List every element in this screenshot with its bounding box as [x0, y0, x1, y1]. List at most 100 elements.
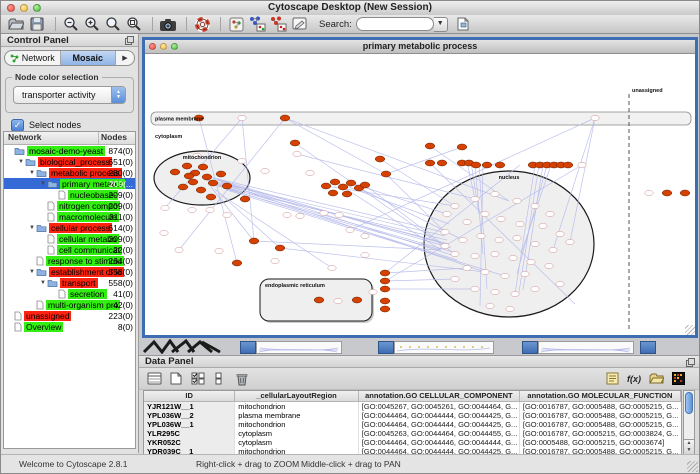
attribute-table-icon[interactable]	[145, 370, 163, 387]
graph-node-unselected[interactable]	[556, 231, 564, 236]
table-cell[interactable]: YPL036W__2	[144, 411, 235, 420]
table-cell[interactable]: [GO:0045263, GO:0044464, GO:0044455, G..…	[359, 429, 520, 438]
tree-row[interactable]: unassigned223(0)	[4, 310, 135, 321]
minimized-window-titlebar[interactable]	[378, 341, 394, 354]
graph-node-unselected[interactable]	[206, 207, 214, 212]
graph-node-unselected[interactable]	[215, 248, 223, 253]
graph-node-unselected[interactable]	[501, 273, 509, 278]
table-cell[interactable]: YPL036W__1	[144, 420, 235, 429]
graph-node-unselected[interactable]	[491, 289, 499, 294]
graph-node-selected[interactable]	[182, 163, 192, 169]
graph-node-selected[interactable]	[240, 196, 250, 202]
tree-row-label[interactable]: transport	[60, 278, 98, 288]
scrollbar-arrows[interactable]: ▲▼	[684, 439, 694, 454]
window-resize-grip[interactable]	[685, 325, 695, 335]
graph-node-unselected[interactable]	[463, 265, 471, 270]
tree-row[interactable]: nitrogen compo209(0)	[4, 200, 135, 211]
graph-node-selected[interactable]	[280, 115, 290, 121]
graph-node-selected[interactable]	[330, 179, 340, 185]
new-attribute-icon[interactable]	[167, 370, 185, 387]
tree-row-label[interactable]: unassigned	[24, 311, 71, 321]
table-cell[interactable]: [GO:0044464, GO:0044446, GO:0044444, G..…	[359, 438, 520, 447]
graph-node-selected[interactable]	[206, 194, 216, 200]
graph-node-unselected[interactable]	[477, 233, 485, 238]
formula-icon[interactable]: f(x)	[625, 370, 643, 387]
zoom-selected-icon[interactable]	[125, 16, 143, 33]
graph-node-unselected[interactable]	[549, 247, 557, 252]
graph-node-unselected[interactable]	[238, 115, 246, 120]
table-row[interactable]: YPL036W__1mitochondrion[GO:0044464, GO:0…	[144, 420, 681, 429]
graph-node-selected[interactable]	[662, 190, 672, 196]
table-cell[interactable]: [GO:0016787, GO:0005488, GO:0005215, G..…	[520, 402, 681, 411]
help-ring-icon[interactable]	[193, 16, 211, 33]
graph-node-unselected[interactable]	[471, 286, 479, 291]
tree-row[interactable]: cellular metabo209(0)	[4, 233, 135, 244]
color-attribute-dropdown[interactable]: transporter activity ▲▼	[13, 86, 126, 104]
graph-node-selected[interactable]	[380, 270, 390, 276]
graph-node-selected[interactable]	[249, 238, 259, 244]
table-column-header[interactable]: ID	[144, 391, 235, 401]
float-panel-icon[interactable]	[125, 36, 134, 48]
table-cell[interactable]: mitochondrion	[235, 420, 359, 429]
graph-node-selected[interactable]	[314, 297, 324, 303]
tree-row[interactable]: cell communicat22(0)	[4, 244, 135, 255]
tab-overflow-arrow[interactable]: ▶	[116, 51, 134, 65]
unselect-attributes-icon[interactable]	[211, 370, 229, 387]
disclosure-triangle-icon[interactable]: ▼	[28, 225, 36, 231]
graph-node-unselected[interactable]	[160, 230, 168, 235]
save-icon[interactable]	[28, 16, 46, 33]
graph-node-selected[interactable]	[495, 162, 505, 168]
minimized-window-thumbnail[interactable]	[394, 341, 494, 354]
graph-node-selected[interactable]	[178, 184, 188, 190]
view-settings-icon[interactable]	[227, 16, 245, 33]
graph-node-unselected[interactable]	[506, 306, 514, 311]
graph-node-unselected[interactable]	[335, 212, 343, 217]
tree-row-label[interactable]: secretion	[68, 289, 107, 299]
graph-node-unselected[interactable]	[481, 211, 489, 216]
graph-node-unselected[interactable]	[261, 168, 269, 173]
graph-node-unselected[interactable]	[539, 223, 547, 228]
tree-row[interactable]: ▼metabolic process280(0)	[4, 167, 135, 178]
region-plasma-membrane[interactable]	[151, 112, 691, 125]
graph-node-unselected[interactable]	[545, 263, 553, 268]
graph-node-unselected[interactable]	[471, 196, 479, 201]
graph-node-selected[interactable]	[457, 144, 467, 150]
table-row[interactable]: YJR121W__1mitochondrion[GO:0045267, GO:0…	[144, 402, 681, 411]
graph-node-unselected[interactable]	[188, 207, 196, 212]
table-cell[interactable]: [GO:0045267, GO:0045261, GO:0044464, G..…	[359, 402, 520, 411]
disclosure-triangle-icon[interactable]: ▼	[39, 181, 47, 187]
graph-node-selected[interactable]	[381, 171, 391, 177]
graph-node-unselected[interactable]	[513, 235, 521, 240]
graph-node-unselected[interactable]	[531, 286, 539, 291]
graph-node-unselected[interactable]	[328, 265, 336, 270]
tree-row[interactable]: ▼biological_process651(0)	[4, 156, 135, 167]
graph-node-unselected[interactable]	[497, 216, 505, 221]
graph-node-selected[interactable]	[198, 164, 208, 170]
table-scrollbar[interactable]: ▲▼	[683, 390, 695, 455]
graph-node-selected[interactable]	[352, 297, 362, 303]
tab-network[interactable]: Network	[5, 51, 61, 65]
graph-node-unselected[interactable]	[306, 170, 314, 175]
graph-node-unselected[interactable]	[463, 219, 471, 224]
tree-row[interactable]: secretion41(0)	[4, 288, 135, 299]
table-row[interactable]: YLR295Ccytoplasm[GO:0045263, GO:0044464,…	[144, 429, 681, 438]
network-window-titlebar[interactable]: primary metabolic process	[145, 40, 695, 54]
graph-node-selected[interactable]	[482, 162, 492, 168]
graph-node-selected[interactable]	[380, 306, 390, 312]
graph-node-selected[interactable]	[184, 173, 194, 179]
tree-row[interactable]: ▼transport558(0)	[4, 277, 135, 288]
graph-node-unselected[interactable]	[223, 212, 231, 217]
table-cell[interactable]: YLR295C	[144, 429, 235, 438]
graph-node-unselected[interactable]	[175, 247, 183, 252]
tree-row[interactable]: nucleobase-209(0)	[4, 189, 135, 200]
graph-node-selected[interactable]	[216, 171, 226, 177]
graph-node-unselected[interactable]	[516, 221, 524, 226]
table-cell[interactable]: [GO:0016787, GO:0005488, GO:0005215, G..…	[520, 411, 681, 420]
table-cell[interactable]: plasma membrane	[235, 411, 359, 420]
graph-node-selected[interactable]	[196, 187, 206, 193]
graph-node-selected[interactable]	[380, 278, 390, 284]
zoom-fit-icon[interactable]	[104, 16, 122, 33]
graph-node-unselected[interactable]	[361, 233, 369, 238]
graph-node-unselected[interactable]	[296, 213, 304, 218]
graph-node-selected[interactable]	[380, 298, 390, 304]
